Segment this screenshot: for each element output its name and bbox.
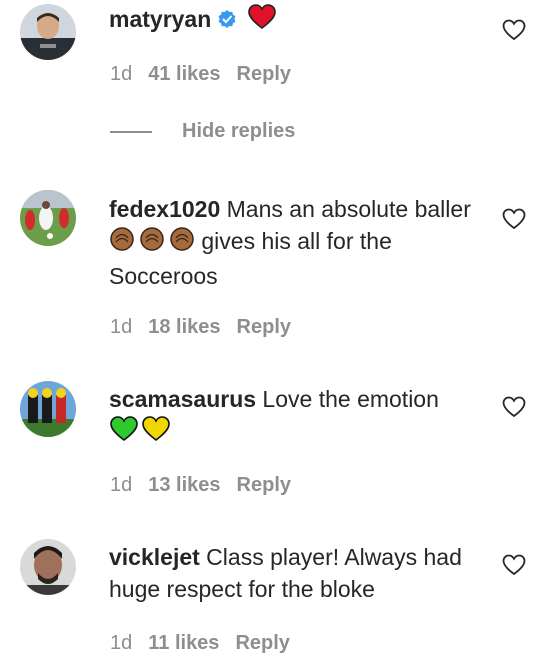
avatar[interactable] (20, 4, 76, 60)
comment-meta: 1d 11 likes Reply (110, 632, 290, 655)
timestamp: 1d (110, 316, 133, 338)
clapping-hands-emoji (169, 226, 195, 260)
avatar[interactable] (20, 190, 76, 246)
comment-meta: 1d 18 likes Reply (110, 316, 291, 339)
yellow-heart-emoji (141, 416, 171, 450)
like-heart-icon[interactable] (502, 554, 526, 578)
like-heart-icon[interactable] (502, 19, 526, 43)
verified-badge-icon (217, 5, 237, 37)
avatar[interactable] (20, 381, 76, 437)
likes-count[interactable]: 13 likes (148, 474, 220, 497)
reply-button[interactable]: Reply (237, 474, 291, 497)
username[interactable]: vicklejet (109, 544, 200, 570)
likes-count[interactable]: 41 likes (148, 63, 220, 86)
comment-body: vicklejet Class player! Always had huge … (109, 541, 479, 605)
username[interactable]: fedex1020 (109, 196, 220, 222)
timestamp: 1d (110, 63, 133, 85)
red-heart-emoji (247, 4, 276, 38)
hide-replies-label: Hide replies (182, 120, 296, 142)
clapping-hands-emoji (109, 226, 135, 260)
reply-button[interactable]: Reply (237, 63, 291, 86)
likes-count[interactable]: 11 likes (148, 632, 219, 655)
reply-button[interactable]: Reply (237, 316, 291, 339)
timestamp: 1d (110, 632, 133, 654)
divider-line (110, 130, 152, 133)
likes-count[interactable]: 18 likes (148, 316, 220, 339)
hide-replies-button[interactable]: Hide replies (110, 120, 295, 143)
clapping-hands-emoji (139, 226, 165, 260)
timestamp: 1d (110, 474, 133, 496)
like-heart-icon[interactable] (502, 208, 526, 232)
username[interactable]: scamasaurus (109, 386, 256, 412)
comment-body: fedex1020 Mans an absolute baller gives … (109, 193, 479, 292)
comment-text: Mans an absolute baller (220, 196, 471, 222)
comment-body: matyryan (109, 3, 479, 38)
comment-meta: 1d 13 likes Reply (110, 474, 291, 497)
avatar[interactable] (20, 539, 76, 595)
username[interactable]: matyryan (109, 6, 211, 32)
reply-button[interactable]: Reply (235, 632, 289, 655)
comment-body: scamasaurus Love the emotion (109, 383, 479, 450)
comment-meta: 1d 41 likes Reply (110, 63, 291, 86)
like-heart-icon[interactable] (502, 396, 526, 420)
green-heart-emoji (109, 416, 139, 450)
comment-text: Love the emotion (256, 386, 439, 412)
